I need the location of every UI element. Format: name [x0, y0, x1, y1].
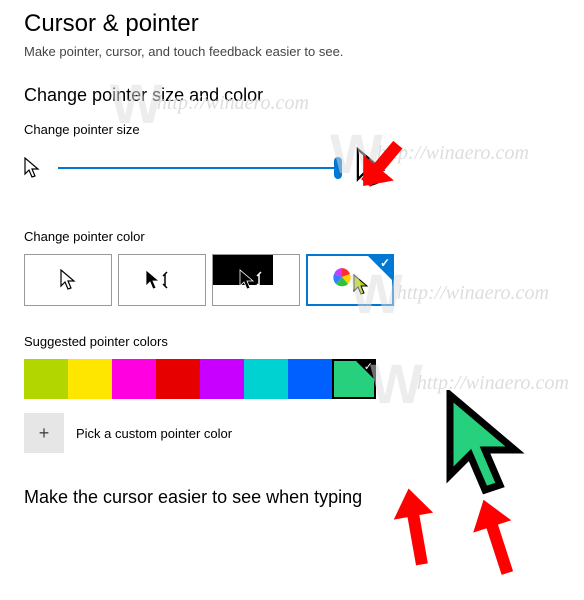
check-icon: [368, 256, 392, 280]
pointer-color-inverted[interactable]: [212, 254, 300, 306]
plus-icon: +: [39, 423, 50, 444]
section-typing-heading: Make the cursor easier to see when typin…: [24, 487, 560, 508]
pointer-color-label: Change pointer color: [24, 229, 560, 244]
page-title: Cursor & pointer: [24, 10, 560, 38]
swatch-red[interactable]: [156, 359, 200, 399]
pointer-color-black[interactable]: [118, 254, 206, 306]
swatch-cyan[interactable]: [244, 359, 288, 399]
large-cursor-icon: [356, 147, 386, 189]
small-cursor-icon: [24, 157, 40, 179]
pointer-color-options: [24, 254, 560, 306]
pointer-color-white[interactable]: [24, 254, 112, 306]
pointer-color-custom[interactable]: [306, 254, 394, 306]
section-size-color-heading: Change pointer size and color: [24, 85, 560, 106]
swatch-blue[interactable]: [288, 359, 332, 399]
swatch-lime[interactable]: [24, 359, 68, 399]
swatch-magenta[interactable]: [112, 359, 156, 399]
pointer-size-slider[interactable]: [58, 156, 338, 180]
swatch-purple[interactable]: [200, 359, 244, 399]
swatch-green[interactable]: ✓: [332, 359, 376, 399]
pointer-size-label: Change pointer size: [24, 122, 560, 137]
pick-custom-color-button[interactable]: +: [24, 413, 64, 453]
suggested-color-swatches: ✓: [24, 359, 560, 399]
slider-thumb[interactable]: [334, 157, 342, 179]
swatch-yellow[interactable]: [68, 359, 112, 399]
page-description: Make pointer, cursor, and touch feedback…: [24, 44, 560, 59]
suggested-colors-label: Suggested pointer colors: [24, 334, 560, 349]
pick-custom-color-label: Pick a custom pointer color: [76, 426, 232, 441]
